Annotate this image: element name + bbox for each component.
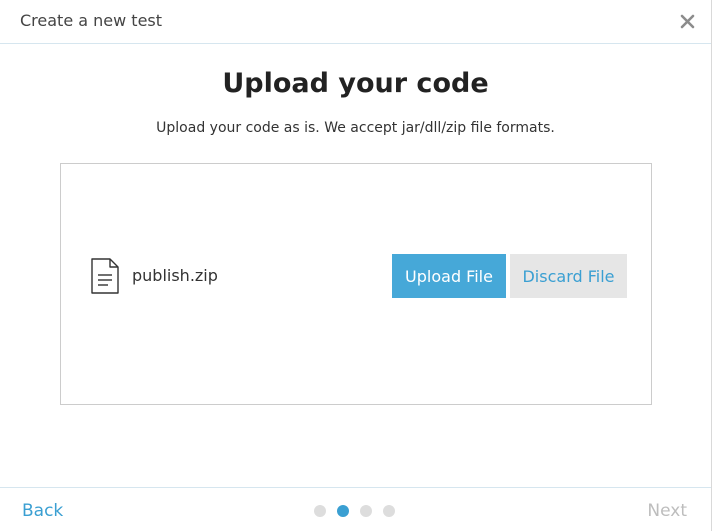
- close-icon[interactable]: [675, 8, 701, 34]
- dialog-title: Create a new test: [20, 11, 163, 30]
- dialog-footer: Back Next: [0, 487, 711, 531]
- next-button[interactable]: Next: [647, 501, 687, 521]
- file-document-icon: [90, 258, 120, 294]
- dialog-header: Create a new test: [0, 0, 711, 44]
- step-dot-2[interactable]: [337, 505, 349, 517]
- upload-file-button[interactable]: Upload File: [392, 254, 506, 298]
- step-indicator: [314, 505, 395, 517]
- discard-file-button[interactable]: Discard File: [510, 254, 627, 298]
- back-button[interactable]: Back: [22, 501, 63, 521]
- step-dot-1[interactable]: [314, 505, 326, 517]
- create-test-dialog: Create a new test Upload your code Uploa…: [0, 0, 712, 531]
- file-name: publish.zip: [132, 266, 218, 285]
- page-subtitle: Upload your code as is. We accept jar/dl…: [156, 120, 555, 136]
- step-dot-4[interactable]: [383, 505, 395, 517]
- page-title: Upload your code: [222, 68, 489, 99]
- step-dot-3[interactable]: [360, 505, 372, 517]
- upload-dropzone[interactable]: publish.zip Upload File Discard File: [60, 163, 652, 405]
